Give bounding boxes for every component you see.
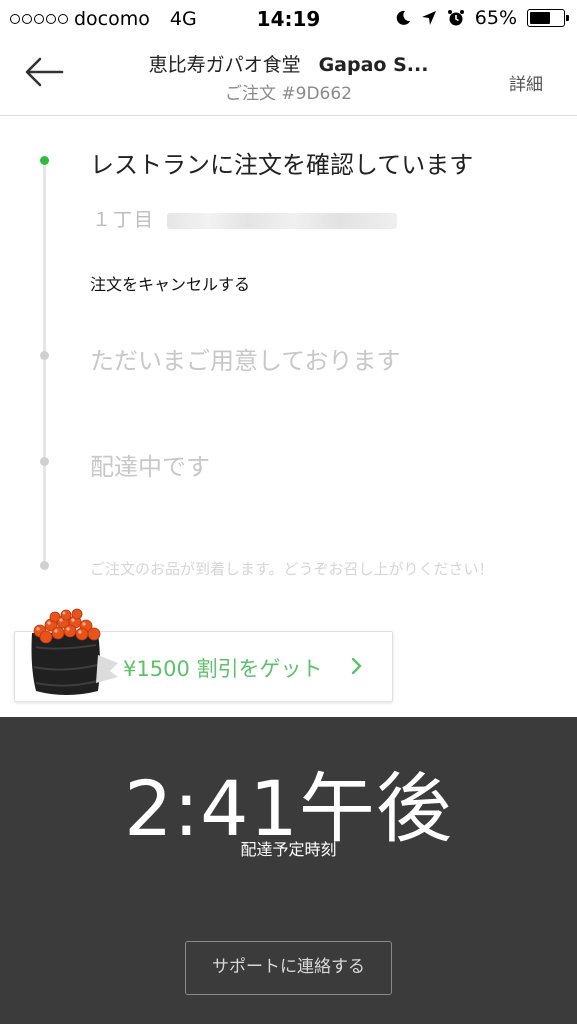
status-right: 65% — [395, 7, 569, 29]
timeline-dot — [40, 561, 49, 570]
battery-icon — [527, 9, 569, 27]
step-confirming: レストランに注文を確認しています — [90, 151, 474, 179]
timeline-dot — [40, 351, 49, 360]
timeline-dot-active — [40, 156, 49, 165]
moon-icon — [396, 10, 410, 25]
timeline-line — [43, 160, 46, 565]
timeline-dot — [40, 457, 49, 466]
battery-percent: 65% — [474, 7, 517, 29]
delivery-address: １丁目 — [92, 205, 398, 232]
step-arrival-note: ご注文のお品が到着します。どうぞお召し上がりください！ — [90, 560, 494, 578]
address-redacted — [167, 212, 398, 229]
ikura-sushi-icon — [31, 608, 118, 695]
address-text: １丁目 — [92, 209, 156, 231]
step-preparing: ただいまご用意しております — [90, 347, 401, 375]
restaurant-name-en: Gapao S... — [318, 54, 429, 76]
location-arrow-icon — [421, 11, 436, 25]
battery-fill — [530, 12, 550, 24]
restaurant-name: 恵比寿ガパオ食堂 Gapao S... — [0, 50, 577, 77]
chevron-right-icon — [351, 657, 362, 675]
restaurant-name-jp: 恵比寿ガパオ食堂 — [148, 54, 301, 76]
eta-panel: 2:41午後 配達予定時刻 サポートに連絡する — [0, 717, 577, 1024]
estimated-delivery-label: 配達予定時刻 — [240, 840, 337, 859]
cancel-order-link[interactable]: 注文をキャンセルする — [90, 271, 250, 295]
contact-support-button[interactable]: サポートに連絡する — [185, 941, 392, 995]
alarm-icon — [447, 10, 464, 26]
status-bar: docomo 4G 14:19 65% — [0, 0, 577, 38]
promo-text: ¥1500 割引をゲット — [123, 657, 323, 681]
details-link[interactable]: 詳細 — [509, 70, 543, 95]
step-delivering: 配達中です — [90, 453, 210, 481]
order-number: ご注文 #9D662 — [224, 84, 352, 104]
order-header: 恵比寿ガパオ食堂 Gapao S... ご注文 #9D662 詳細 — [0, 38, 577, 116]
